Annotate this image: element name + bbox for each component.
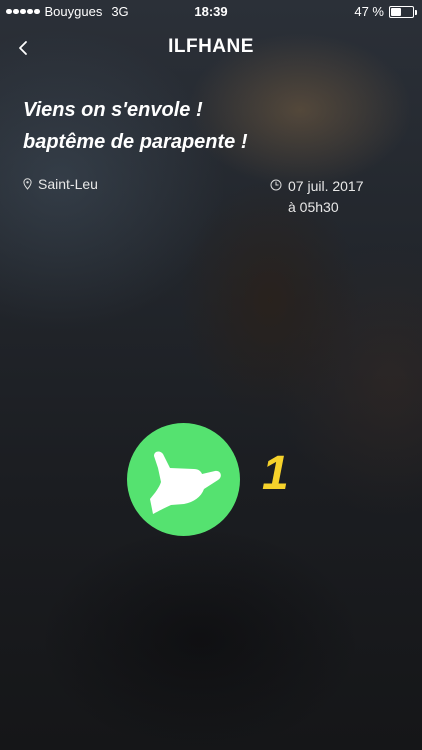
page-title: ILFHANE xyxy=(168,36,254,57)
navigation-bar: ILFHANE xyxy=(0,28,422,68)
event-datetime: 07 juil. 2017 à 05h30 xyxy=(270,176,364,218)
status-right: 47 % xyxy=(354,4,417,19)
map-pin-icon xyxy=(23,178,32,190)
clock-icon xyxy=(270,179,282,191)
shaka-hand-icon xyxy=(149,451,221,514)
reaction-count: 1 xyxy=(262,447,289,500)
event-date: 07 juil. 2017 xyxy=(288,178,364,194)
status-bar: Bouygues 3G 18:39 47 % xyxy=(0,0,422,24)
location-label: Saint-Leu xyxy=(38,176,98,192)
shaka-reaction-button[interactable] xyxy=(127,423,240,536)
battery-icon xyxy=(389,5,417,18)
event-title-line-1: Viens on s'envole ! xyxy=(23,99,203,121)
event-title-line-2: baptême de parapente ! xyxy=(23,131,248,153)
event-location: Saint-Leu xyxy=(23,176,98,192)
event-time: à 05h30 xyxy=(288,199,339,215)
event-title: Viens on s'envole ! baptême de parapente… xyxy=(23,94,403,158)
datetime-text: 07 juil. 2017 à 05h30 xyxy=(288,176,364,218)
battery-percent: 47 % xyxy=(354,4,384,19)
